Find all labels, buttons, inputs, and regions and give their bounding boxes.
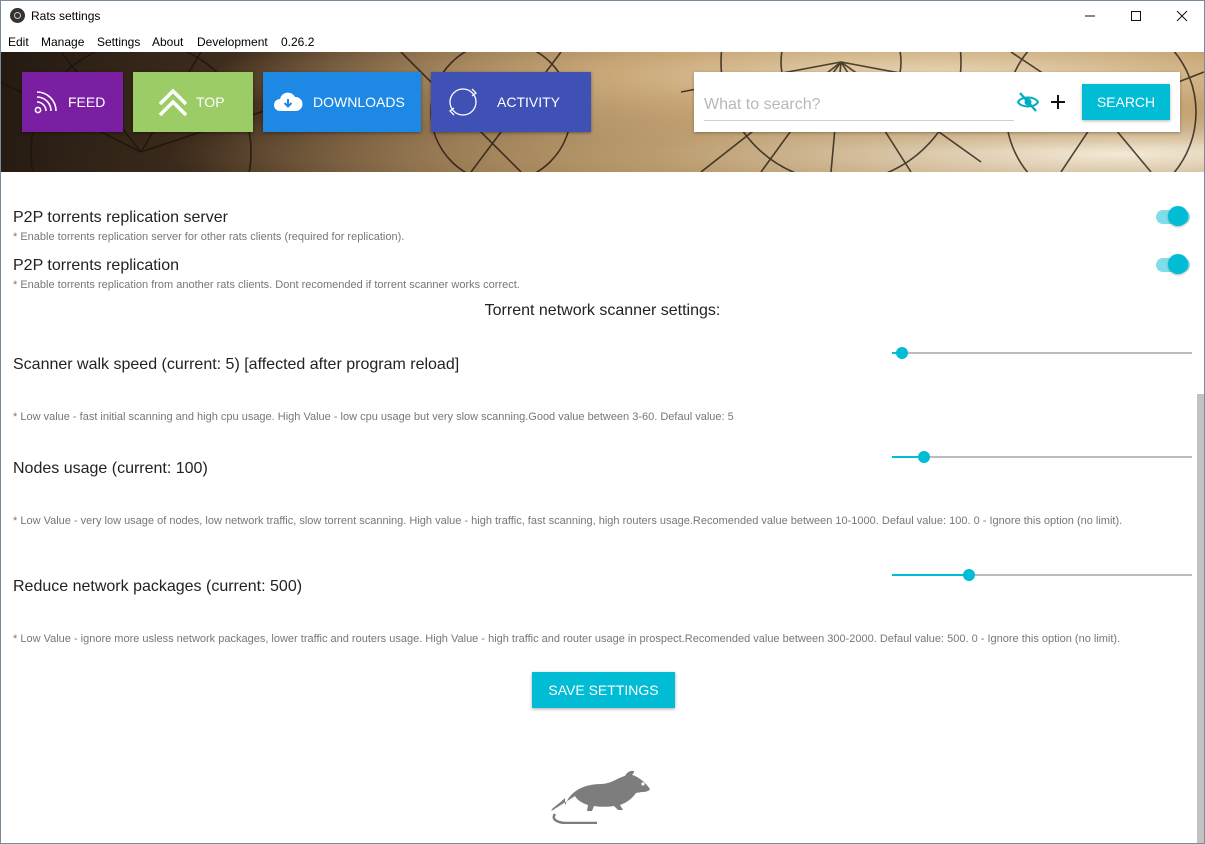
settings-panel: P2P torrents replication server * Enable… — [1, 172, 1196, 843]
close-button[interactable] — [1159, 1, 1204, 31]
window-title: Rats settings — [31, 9, 101, 23]
save-settings-button[interactable]: SAVE SETTINGS — [532, 672, 675, 708]
nodes-usage-slider[interactable] — [892, 447, 1192, 467]
activity-label: ACTIVITY — [497, 94, 561, 110]
close-icon — [1176, 10, 1188, 22]
downloads-label: DOWNLOADS — [313, 94, 405, 110]
nodes-usage-hint: * Low Value - very low usage of nodes, l… — [13, 515, 1123, 527]
app-icon — [10, 8, 25, 23]
scrollbar-thumb[interactable] — [1197, 394, 1204, 843]
minimize-icon — [1085, 15, 1095, 17]
slider-fill — [892, 574, 967, 576]
menu-version[interactable]: 0.26.2 — [281, 35, 314, 49]
feed-button[interactable]: FEED — [22, 72, 123, 132]
top-button[interactable]: TOP — [133, 72, 253, 132]
nodes-usage-title: Nodes usage (current: 100) — [13, 460, 208, 477]
p2p-replication-toggle[interactable] — [1156, 252, 1192, 276]
maximize-button[interactable] — [1113, 1, 1159, 31]
title-bar: Rats settings — [1, 1, 1204, 31]
menu-about[interactable]: About — [152, 35, 183, 49]
toggle-thumb — [1168, 254, 1188, 274]
slider-rail — [892, 352, 1192, 354]
menu-manage[interactable]: Manage — [41, 35, 84, 49]
walk-speed-hint: * Low value - fast initial scanning and … — [13, 411, 734, 423]
vertical-scrollbar[interactable] — [1196, 172, 1204, 843]
slider-rail — [892, 456, 1192, 458]
toggle-thumb — [1168, 206, 1188, 226]
app-window: Rats settings Edit Manage Settings About… — [0, 0, 1205, 844]
plus-icon[interactable] — [1046, 90, 1070, 114]
p2p-replication-hint: * Enable torrents replication from anoth… — [13, 279, 520, 291]
network-packages-title: Reduce network packages (current: 500) — [13, 578, 303, 595]
slider-knob[interactable] — [918, 451, 930, 463]
slider-knob[interactable] — [896, 347, 909, 359]
maximize-icon — [1131, 11, 1141, 21]
search-box: SEARCH — [694, 72, 1180, 132]
menu-development[interactable]: Development — [197, 35, 268, 49]
walk-speed-title: Scanner walk speed (current: 5) [affecte… — [13, 356, 460, 373]
header-banner: FEED TOP DOWNLOADS ACTIVITY What to sear… — [1, 52, 1204, 172]
search-button[interactable]: SEARCH — [1082, 84, 1170, 120]
menu-edit[interactable]: Edit — [8, 35, 29, 49]
cloud-download-icon — [263, 90, 313, 114]
downloads-button[interactable]: DOWNLOADS — [263, 72, 421, 132]
p2p-server-title: P2P torrents replication server — [13, 209, 228, 226]
p2p-server-hint: * Enable torrents replication server for… — [13, 231, 405, 243]
feed-label: FEED — [68, 94, 106, 110]
search-input[interactable] — [704, 90, 1014, 121]
eye-off-icon[interactable] — [1016, 90, 1040, 114]
minimize-button[interactable] — [1067, 1, 1113, 31]
rss-icon — [22, 88, 68, 116]
network-packages-hint: * Low Value - ignore more usless network… — [13, 633, 1121, 645]
rat-logo-icon — [551, 762, 661, 829]
p2p-server-toggle[interactable] — [1156, 204, 1192, 228]
slider-knob[interactable] — [963, 569, 975, 581]
menu-bar: Edit Manage Settings About Development 0… — [1, 31, 1204, 52]
top-label: TOP — [196, 94, 225, 110]
p2p-replication-title: P2P torrents replication — [13, 257, 180, 274]
scanner-section-title: Torrent network scanner settings: — [484, 302, 721, 319]
activity-button[interactable]: ACTIVITY — [431, 72, 591, 132]
network-packages-slider[interactable] — [892, 565, 1192, 585]
menu-settings[interactable]: Settings — [97, 35, 140, 49]
walk-speed-slider[interactable] — [892, 343, 1192, 363]
